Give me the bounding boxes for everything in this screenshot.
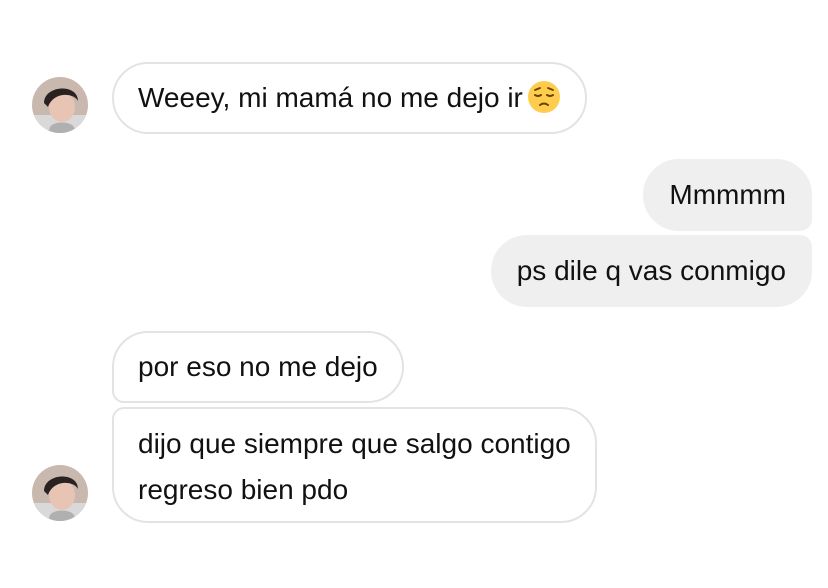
message-text-line: dijo que siempre que salgo contigo [138,428,571,459]
contact-avatar[interactable] [32,77,88,133]
message-text: Weeey, mi mamá no me dejo ir [138,82,523,113]
avatar-photo [32,77,88,133]
message-text: por eso no me dejo [138,351,378,382]
message-text-line: regreso bien pdo [138,474,349,505]
incoming-message-bubble[interactable]: por eso no me dejo [112,331,404,403]
outgoing-message-bubble[interactable]: ps dile q vas conmigo [490,235,812,307]
contact-avatar[interactable] [32,465,88,521]
pensive-face-emoji-icon [527,80,561,114]
incoming-message-bubble[interactable]: Weeey, mi mamá no me dejo ir [112,62,587,134]
incoming-message-bubble[interactable]: dijo que siempre que salgo contigo regre… [112,407,597,523]
message-text: ps dile q vas conmigo [516,255,786,286]
outgoing-message-bubble[interactable]: Mmmmm [643,159,812,231]
message-text: Mmmmm [669,179,786,210]
avatar-photo [32,465,88,521]
